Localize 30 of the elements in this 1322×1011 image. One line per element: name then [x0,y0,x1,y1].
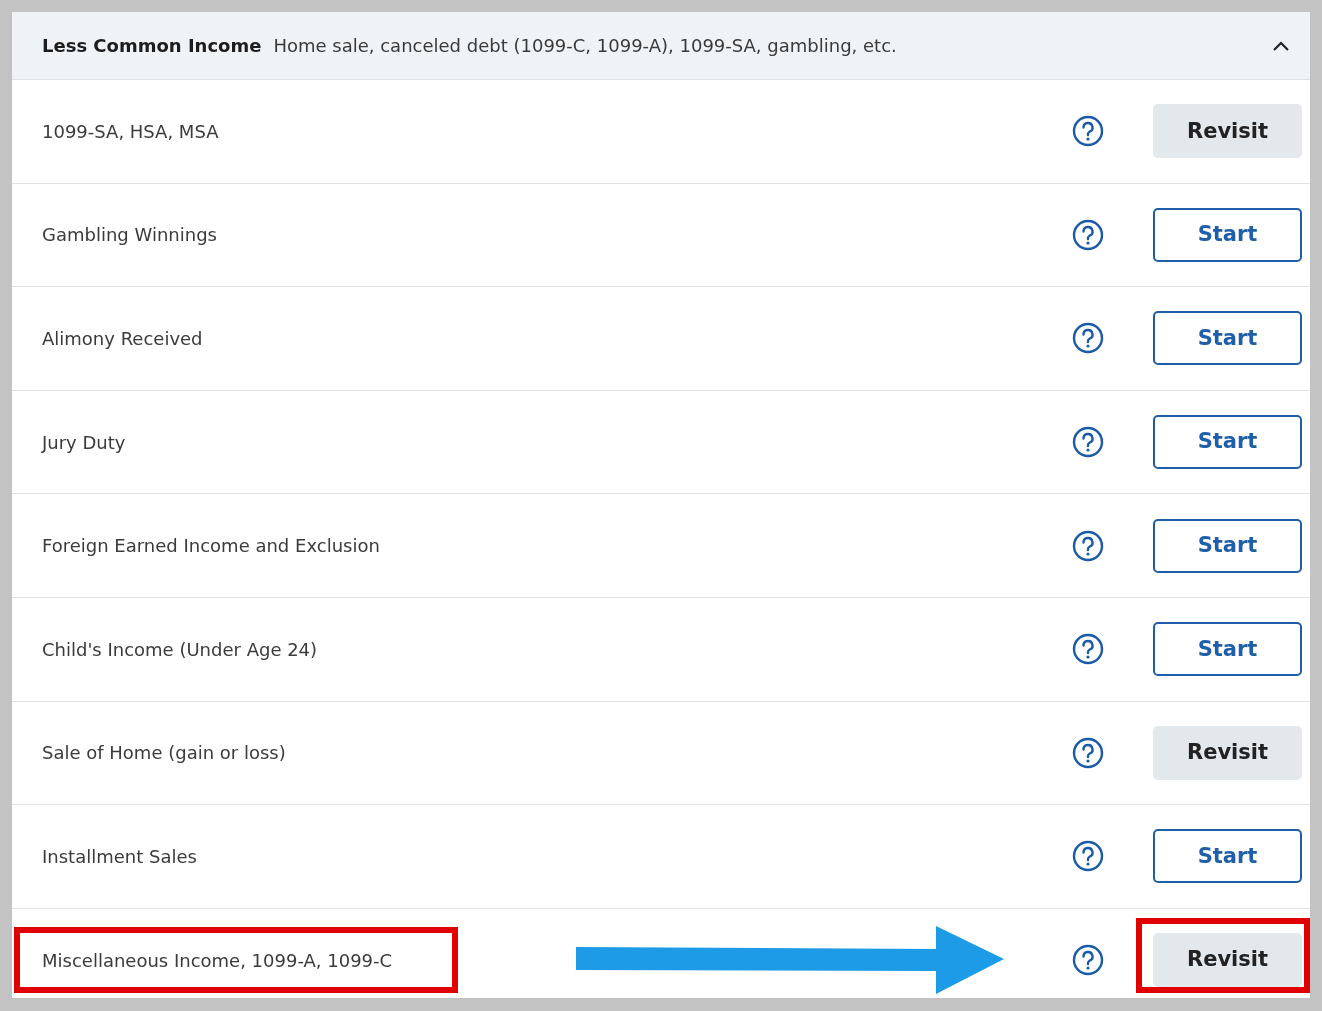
help-icon[interactable] [1072,633,1104,666]
income-item-label: 1099-SA, HSA, MSA [42,119,219,144]
start-button[interactable]: Start [1153,415,1302,470]
income-item-label: Miscellaneous Income, 1099-A, 1099-C [42,948,393,973]
help-icon[interactable] [1072,736,1104,769]
help-icon[interactable] [1072,115,1104,148]
revisit-button[interactable]: Revisit [1153,104,1302,159]
income-item-label: Child's Income (Under Age 24) [42,637,318,662]
start-button[interactable]: Start [1153,622,1302,677]
help-icon[interactable] [1072,944,1104,977]
help-icon[interactable] [1072,529,1104,562]
section-subtitle: Home sale, canceled debt (1099-C, 1099-A), 1099-SA, gambling, etc. [273,34,897,58]
income-item-label: Gambling Winnings [42,223,217,248]
help-icon[interactable] [1072,218,1104,251]
income-item-label: Sale of Home (gain or loss) [42,741,286,766]
help-icon[interactable] [1072,426,1104,459]
income-item-label: Alimony Received [42,327,203,351]
start-button[interactable]: Start [1153,311,1302,366]
help-icon[interactable] [1072,840,1104,873]
revisit-button[interactable]: Revisit [1153,725,1302,780]
revisit-button[interactable]: Revisit [1153,933,1302,988]
start-button[interactable]: Start [1153,829,1302,884]
income-item-label: Jury Duty [42,430,126,455]
income-item-label: Installment Sales [42,844,197,869]
income-item-label: Foreign Earned Income and Exclusion [42,534,380,559]
help-icon[interactable] [1072,322,1104,355]
start-button[interactable]: Start [1153,518,1302,573]
section-title: Less Common Income [42,34,262,58]
section-header[interactable]: Less Common Income Home sale, canceled debt (1099-C, 1099-A), 1099-SA, gambling, etc. [12,12,1310,80]
start-button[interactable]: Start [1153,207,1302,262]
